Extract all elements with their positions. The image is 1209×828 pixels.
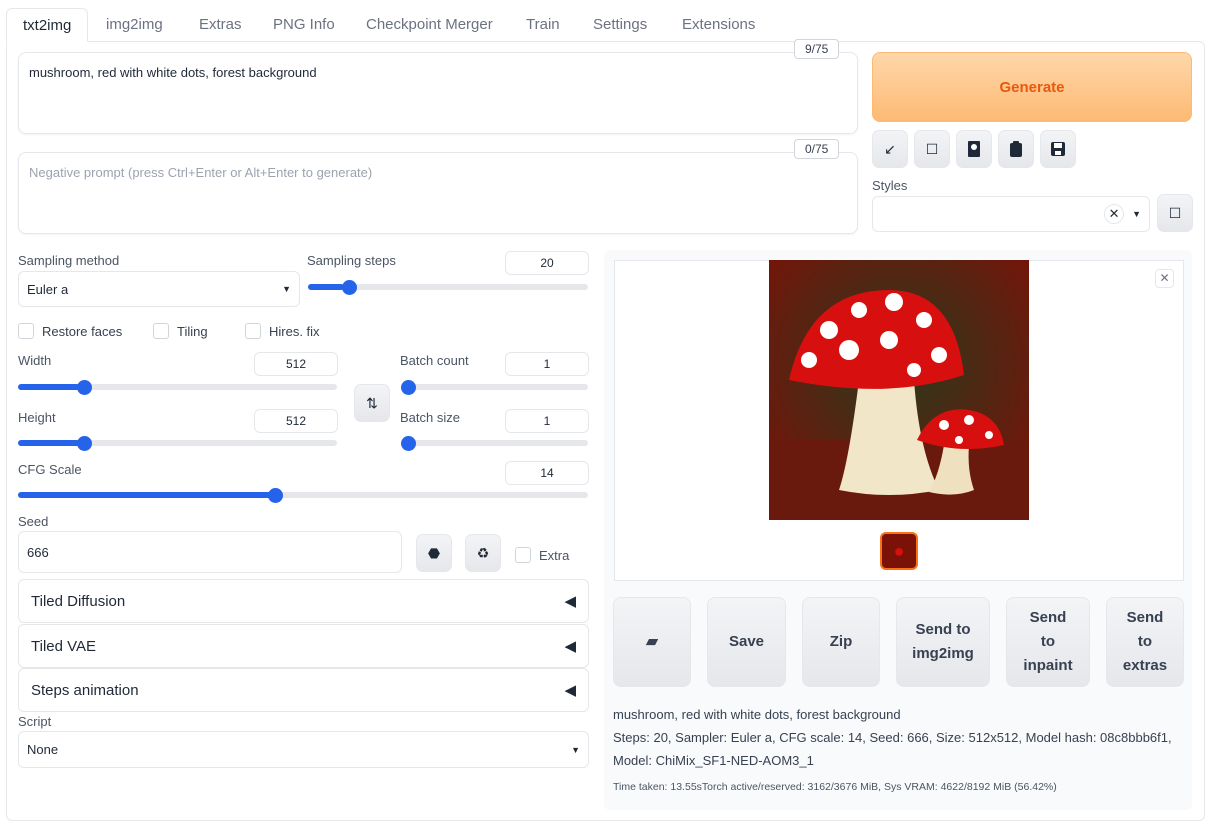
tiling-label: Tiling: [177, 323, 208, 339]
swap-dimensions-button[interactable]: ⇅: [354, 384, 390, 422]
tab-txt2img[interactable]: txt2img: [6, 8, 89, 42]
caret-left-icon: ◀: [564, 593, 576, 610]
clipboard-icon[interactable]: [998, 130, 1034, 168]
output-prompt: mushroom, red with white dots, forest ba…: [613, 707, 901, 722]
cfg-scale-slider[interactable]: [18, 487, 588, 503]
close-icon[interactable]: ✕: [1155, 269, 1174, 288]
caret-left-icon: ◀: [564, 638, 576, 655]
batch-count-label: Batch count: [400, 353, 469, 368]
batch-count-input[interactable]: 1: [505, 352, 589, 376]
sampling-steps-label: Sampling steps: [307, 253, 396, 268]
script-dropdown[interactable]: None ▼: [18, 731, 589, 768]
tiling-checkbox[interactable]: Tiling: [153, 323, 208, 339]
prompt-token-counter: 9/75: [794, 39, 840, 59]
hires-fix-label: Hires. fix: [269, 323, 320, 339]
random-seed-dice-icon[interactable]: ⬣: [416, 534, 452, 572]
sampling-steps-slider[interactable]: [308, 279, 588, 295]
cfg-scale-label: CFG Scale: [18, 462, 82, 477]
tab-extensions[interactable]: Extensions: [666, 8, 771, 42]
batch-size-input[interactable]: 1: [505, 409, 589, 433]
seed-input[interactable]: 666: [18, 531, 402, 573]
width-input[interactable]: 512: [254, 352, 338, 376]
hires-fix-checkbox[interactable]: Hires. fix: [245, 323, 320, 339]
batch-count-slider[interactable]: [401, 379, 588, 395]
tab-extras[interactable]: Extras: [183, 8, 258, 42]
extra-seed-checkbox[interactable]: Extra: [515, 547, 569, 563]
script-label: Script: [18, 714, 52, 729]
restore-faces-checkbox[interactable]: Restore faces: [18, 323, 122, 339]
apply-styles-button[interactable]: ☐: [1157, 194, 1193, 232]
prompt-input[interactable]: mushroom, red with white dots, forest ba…: [18, 52, 858, 134]
sampling-method-value: Euler a: [27, 281, 69, 297]
chevron-down-icon: ▼: [282, 284, 291, 294]
accordion-steps-animation[interactable]: Steps animation ◀: [18, 668, 589, 712]
height-label: Height: [18, 410, 56, 425]
folder-icon: ▰: [646, 633, 658, 650]
save-button[interactable]: Save: [707, 597, 786, 687]
send-to-img2img-button[interactable]: Send to img2img: [896, 597, 990, 687]
width-slider[interactable]: [18, 379, 337, 395]
accordion-tiled-vae[interactable]: Tiled VAE ◀: [18, 624, 589, 668]
chevron-down-icon: ▼: [571, 744, 580, 755]
height-input[interactable]: 512: [254, 409, 338, 433]
batch-size-slider[interactable]: [401, 435, 588, 451]
reuse-seed-recycle-icon[interactable]: ♻: [465, 534, 501, 572]
tab-png-info[interactable]: PNG Info: [257, 8, 351, 42]
height-slider[interactable]: [18, 435, 337, 451]
styles-label: Styles: [872, 178, 908, 193]
zip-button[interactable]: Zip: [802, 597, 880, 687]
open-folder-button[interactable]: ▰: [613, 597, 691, 687]
negative-prompt-input[interactable]: Negative prompt (press Ctrl+Enter or Alt…: [18, 152, 858, 234]
cfg-scale-input[interactable]: 14: [505, 461, 589, 485]
tab-settings[interactable]: Settings: [577, 8, 663, 42]
square-icon[interactable]: ☐: [914, 130, 950, 168]
clear-icon[interactable]: ✕: [1104, 204, 1125, 224]
generate-button[interactable]: Generate: [872, 52, 1192, 122]
extra-label: Extra: [539, 547, 570, 563]
width-label: Width: [18, 353, 52, 368]
sampling-steps-input[interactable]: 20: [505, 251, 589, 275]
restore-faces-label: Restore faces: [42, 323, 123, 339]
tab-train[interactable]: Train: [510, 8, 576, 42]
negative-prompt-token-counter: 0/75: [794, 139, 840, 159]
sampling-method-label: Sampling method: [18, 253, 120, 268]
generated-image[interactable]: [769, 260, 1029, 520]
floppy-disk-icon[interactable]: [1040, 130, 1076, 168]
output-params: Steps: 20, Sampler: Euler a, CFG scale: …: [613, 730, 1172, 745]
caret-left-icon: ◀: [564, 682, 576, 699]
seed-label: Seed: [18, 514, 49, 529]
output-model: Model: ChiMix_SF1-NED-AOM3_1: [613, 753, 814, 768]
sampling-method-dropdown[interactable]: Euler a ▼: [18, 271, 300, 307]
styles-dropdown[interactable]: ✕ ▼: [872, 196, 1150, 232]
image-thumbnail[interactable]: ●: [880, 532, 918, 570]
arrow-down-left-icon[interactable]: ↙: [872, 130, 908, 168]
accordion-title: Steps animation: [31, 681, 139, 699]
tab-checkpoint-merger[interactable]: Checkpoint Merger: [350, 8, 509, 42]
tab-img2img[interactable]: img2img: [90, 8, 179, 42]
send-to-extras-button[interactable]: Send to extras: [1106, 597, 1184, 687]
image-card-icon[interactable]: [956, 130, 992, 168]
send-to-inpaint-button[interactable]: Send to inpaint: [1006, 597, 1090, 687]
chevron-down-icon: ▼: [1132, 209, 1141, 219]
accordion-title: Tiled Diffusion: [31, 592, 126, 610]
accordion-tiled-diffusion[interactable]: Tiled Diffusion ◀: [18, 579, 589, 623]
accordion-title: Tiled VAE: [31, 637, 97, 655]
output-timing: Time taken: 13.55sTorch active/reserved:…: [613, 781, 1057, 793]
script-value: None: [27, 742, 59, 757]
batch-size-label: Batch size: [400, 410, 460, 425]
